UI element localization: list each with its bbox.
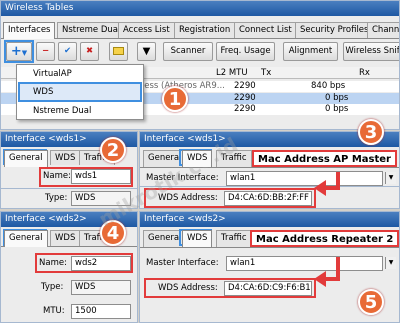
step-badge-2: 2 [100, 137, 126, 163]
menu-item-virtualap[interactable]: VirtualAP [33, 69, 72, 79]
name-field[interactable]: wds1 [71, 169, 131, 184]
dropdown-arrow-icon[interactable]: ▼ [385, 257, 396, 269]
wds1-address-panel: WDS Address: D4:CA:6D:BB:2F:FF [139, 187, 400, 209]
tab-wds[interactable]: WDS [182, 150, 213, 167]
row-tx: 0 bps [325, 104, 349, 114]
name-label: Name: [43, 171, 71, 181]
tab-general[interactable]: General [4, 230, 48, 247]
wds-address-label: WDS Address: [158, 283, 218, 293]
callout-ap-master: Mac Address AP Master [252, 150, 397, 167]
plus-icon: + [10, 44, 22, 59]
column-tx[interactable]: Tx [261, 68, 271, 78]
arrow-icon [314, 257, 340, 287]
tab-strip-border [140, 247, 399, 248]
window-title: Wireless Tables [1, 1, 399, 16]
step-badge-4: 4 [100, 220, 126, 246]
master-interface-label: Master Interface: [146, 173, 219, 183]
filter-button[interactable]: ▼ [137, 42, 156, 61]
window-title: Interface <wds2> [140, 212, 399, 227]
add-button[interactable]: +▼ [6, 42, 32, 61]
tab-security-profiles[interactable]: Security Profiles [295, 22, 374, 39]
arrow-icon [314, 172, 340, 196]
mtu-field[interactable]: 1500 [71, 304, 131, 319]
minus-icon: − [41, 46, 50, 56]
tab-nstreme-dual[interactable]: Nstreme Dual [57, 22, 126, 39]
tab-wds[interactable]: WDS [50, 230, 81, 247]
row-l2mtu: 2290 [234, 104, 256, 114]
dropdown-arrow-icon[interactable]: ▼ [385, 172, 396, 184]
master-interface-select[interactable]: wlan1 [226, 171, 383, 186]
menu-item-nstreme-dual[interactable]: Nstreme Dual [33, 106, 91, 116]
dropdown-arrow-icon: ▼ [21, 49, 28, 57]
tab-access-list[interactable]: Access List [118, 22, 175, 39]
type-field: WDS [71, 280, 131, 295]
tab-traffic[interactable]: Traffic [216, 150, 252, 167]
wireless-sniffer-button[interactable]: Wireless Sniff [343, 42, 399, 61]
alignment-button[interactable]: Alignment [283, 42, 338, 61]
filter-icon: ▼ [142, 46, 151, 57]
tab-connect-list[interactable]: Connect List [234, 22, 297, 39]
add-menu: VirtualAP WDS Nstreme Dual [16, 64, 144, 120]
row-l2mtu: 2290 [234, 93, 256, 103]
tab-interfaces[interactable]: Interfaces [3, 22, 56, 39]
enable-button[interactable]: ✔ [58, 42, 77, 61]
comment-button[interactable] [109, 42, 128, 61]
name-field[interactable]: wds2 [71, 256, 131, 271]
type-label: Type: [45, 193, 68, 203]
wds-address-label: WDS Address: [158, 193, 218, 203]
row-tx: 0 bps [325, 93, 349, 103]
tab-general[interactable]: General [4, 150, 48, 167]
tab-traffic[interactable]: Traffic [216, 230, 252, 247]
x-icon: ✖ [85, 46, 94, 56]
row-l2mtu: 2290 [234, 81, 256, 91]
column-l2mtu[interactable]: L2 MTU [216, 68, 248, 78]
callout-repeater-2: Mac Address Repeater 2 [250, 230, 399, 247]
type-label: Type: [41, 282, 64, 292]
wds1-type-panel: Type: WDS [0, 189, 138, 209]
tab-general[interactable]: Genera [143, 230, 185, 247]
wds-address-field[interactable]: D4:CA:6D:BB:2F:FF [224, 191, 312, 206]
check-icon: ✔ [63, 46, 72, 56]
step-badge-5: 5 [358, 289, 384, 315]
tab-strip-border [1, 38, 399, 39]
tab-channels[interactable]: Channe [367, 22, 399, 39]
scanner-button[interactable]: Scanner [163, 42, 213, 61]
master-interface-select[interactable]: wlan1 [226, 256, 383, 271]
mtu-label: MTU: [43, 306, 65, 316]
name-label: Name: [39, 258, 67, 268]
tab-general[interactable]: Genera [143, 150, 185, 167]
wds-address-field[interactable]: D4:CA:6D:C9:F6:B1 [224, 281, 312, 296]
remove-button[interactable]: − [36, 42, 55, 61]
disable-button[interactable]: ✖ [80, 42, 99, 61]
menu-item-wds-label: WDS [33, 87, 54, 97]
step-badge-1: 1 [162, 86, 188, 112]
type-field: WDS [71, 191, 131, 206]
master-interface-label: Master Interface: [146, 258, 219, 268]
step-badge-3: 3 [358, 119, 384, 145]
tab-registration[interactable]: Registration [174, 22, 236, 39]
note-icon [113, 47, 124, 55]
tab-wds[interactable]: WDS [182, 230, 213, 247]
row-tx: 840 bps [311, 81, 346, 91]
column-rx[interactable]: Rx [359, 68, 370, 78]
wds1-fields-panel: Name: wds1 [0, 165, 138, 189]
tab-strip-border [140, 167, 399, 168]
freq-usage-button[interactable]: Freq. Usage [216, 42, 275, 61]
